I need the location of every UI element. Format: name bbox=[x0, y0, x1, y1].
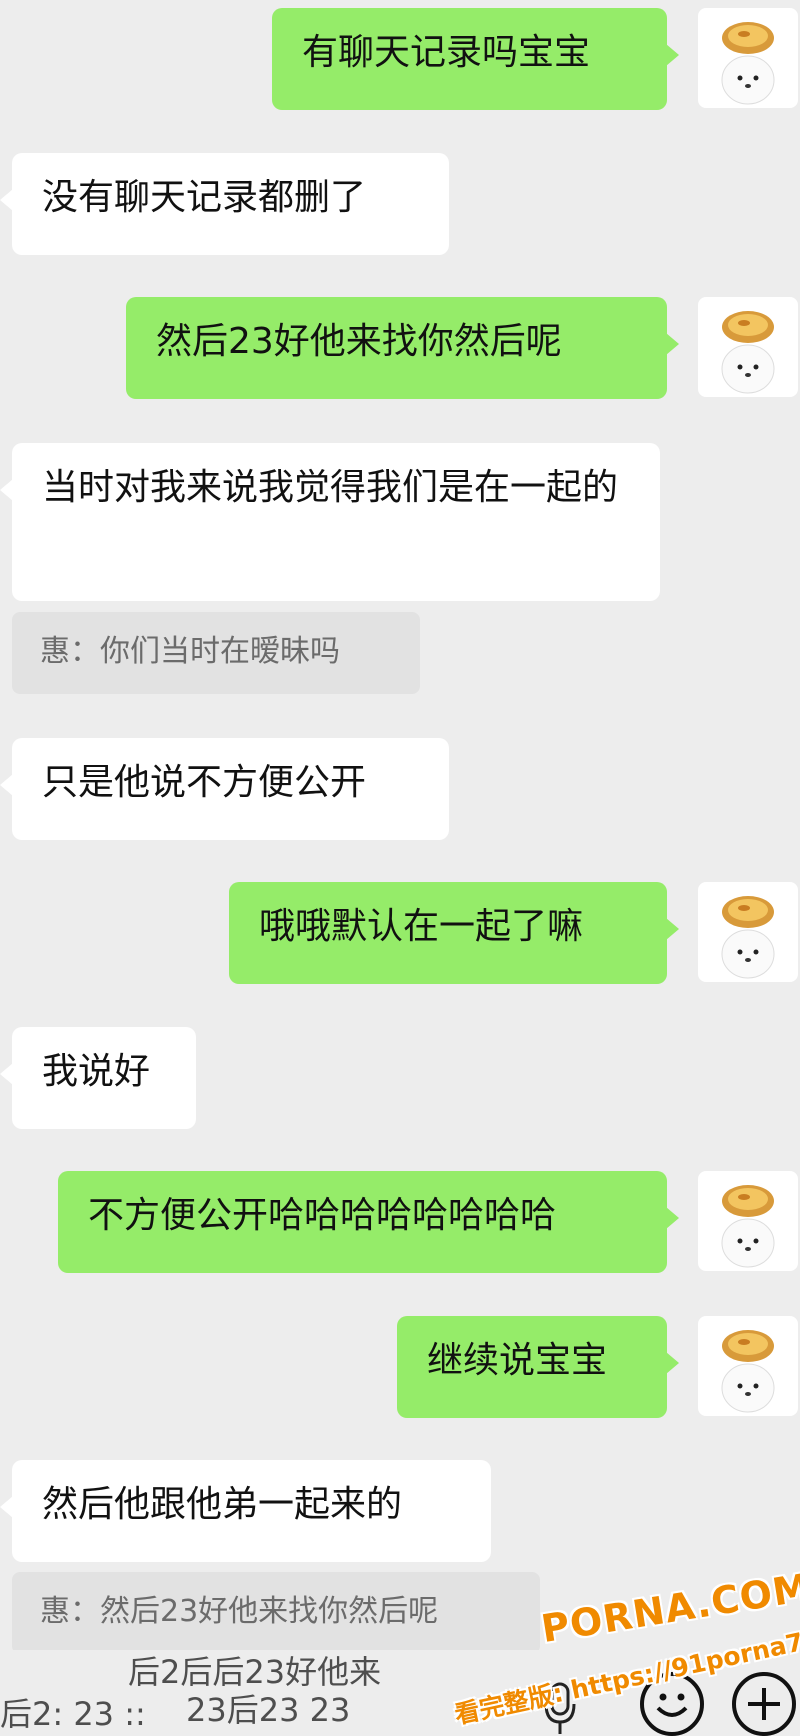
outgoing-message-bubble[interactable]: 然后23好他来找你然后呢 bbox=[126, 297, 679, 399]
more-button[interactable] bbox=[732, 1672, 796, 1736]
user-avatar[interactable] bbox=[698, 297, 798, 397]
egg-tart-puppy-avatar-icon bbox=[721, 22, 775, 105]
outgoing-message-bubble[interactable]: 不方便公开哈哈哈哈哈哈哈哈 bbox=[58, 1171, 679, 1273]
incoming-message-bubble[interactable]: 没有聊天记录都删了 bbox=[0, 153, 449, 255]
chat-messages: 有聊天记录吗宝宝 没有聊天记录都删了 然后23好他来找你然后呢 当时对我来说我觉… bbox=[0, 0, 800, 1736]
incoming-message-bubble[interactable]: 我说好 bbox=[0, 1027, 196, 1129]
egg-tart-puppy-avatar-icon bbox=[721, 311, 775, 394]
user-avatar[interactable] bbox=[698, 8, 798, 108]
quoted-reply[interactable]: 惠：你们当时在暧昧吗 bbox=[12, 612, 420, 694]
outgoing-message-bubble[interactable]: 继续说宝宝 bbox=[397, 1316, 679, 1418]
user-avatar[interactable] bbox=[698, 1171, 798, 1271]
incoming-message-bubble[interactable]: 只是他说不方便公开 bbox=[0, 738, 449, 840]
input-draft-line[interactable]: 后2后后23好他来 bbox=[128, 1652, 381, 1692]
input-draft-line[interactable]: 后2: 23 :: bbox=[0, 1694, 146, 1734]
quoted-reply[interactable]: 惠：然后23好他来找你然后呢 bbox=[12, 1572, 540, 1654]
egg-tart-puppy-avatar-icon bbox=[721, 1185, 775, 1268]
user-avatar[interactable] bbox=[698, 1316, 798, 1416]
incoming-message-bubble[interactable]: 当时对我来说我觉得我们是在一起的 bbox=[0, 443, 660, 601]
egg-tart-puppy-avatar-icon bbox=[721, 896, 775, 979]
user-avatar[interactable] bbox=[698, 882, 798, 982]
plus-circle-icon bbox=[748, 1688, 780, 1720]
input-draft-line[interactable]: 23后23 23 bbox=[186, 1690, 350, 1730]
outgoing-message-bubble[interactable]: 哦哦默认在一起了嘛 bbox=[229, 882, 679, 984]
outgoing-message-bubble[interactable]: 有聊天记录吗宝宝 bbox=[272, 8, 679, 110]
egg-tart-puppy-avatar-icon bbox=[721, 1330, 775, 1413]
incoming-message-bubble[interactable]: 然后他跟他弟一起来的 bbox=[0, 1460, 491, 1562]
